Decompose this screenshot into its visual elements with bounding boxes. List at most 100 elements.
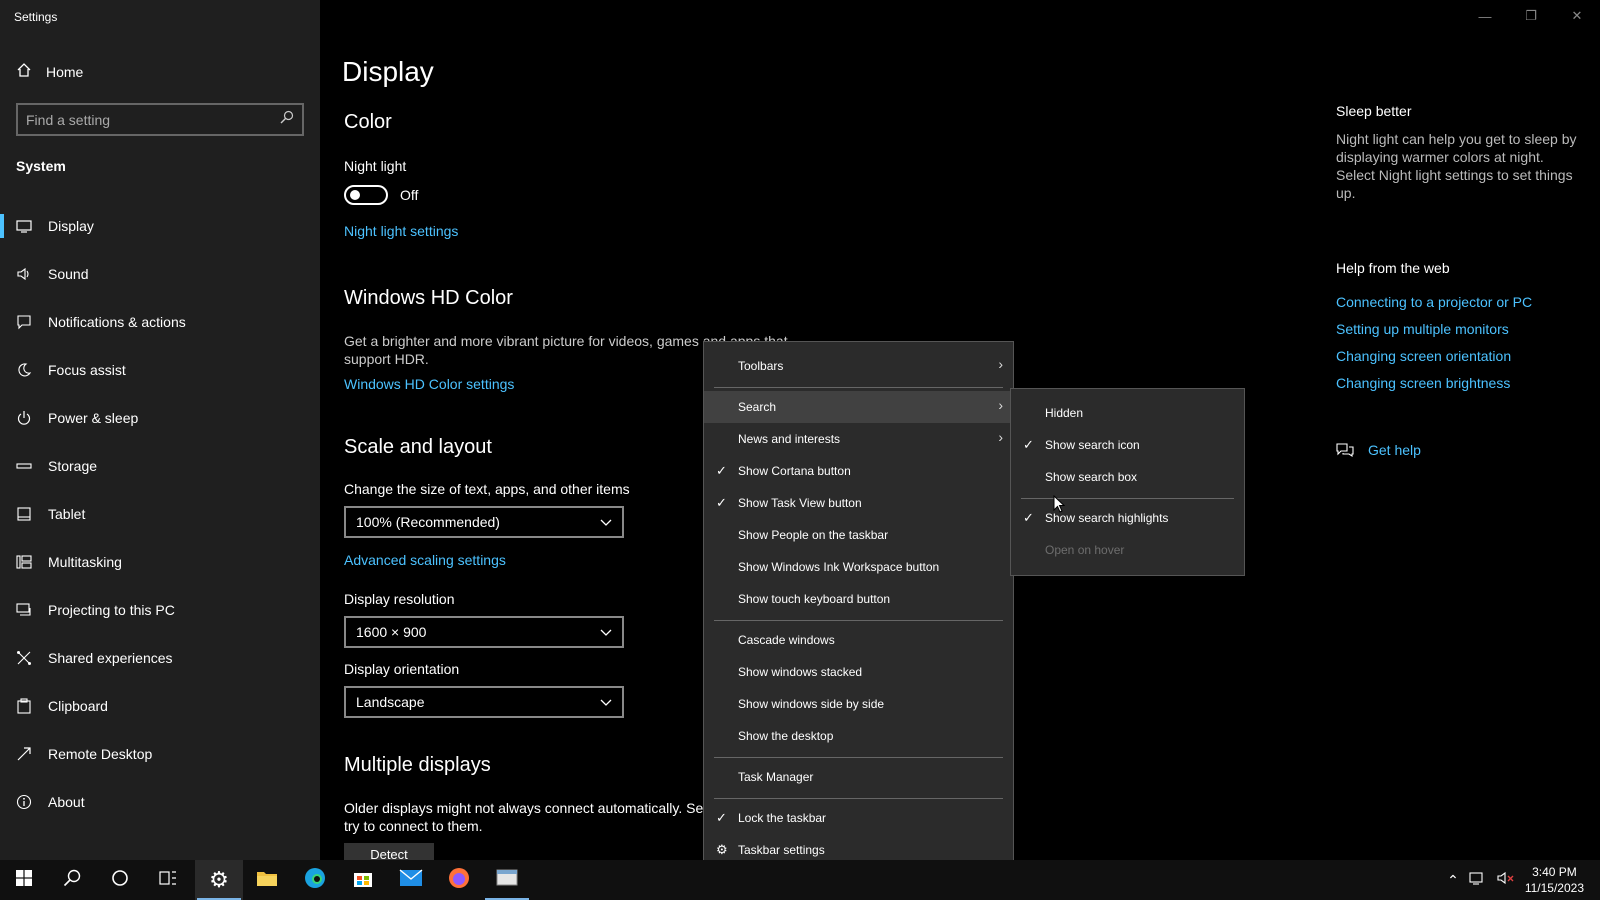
- taskbar-mail[interactable]: [387, 860, 435, 900]
- check-icon: ✓: [716, 495, 727, 510]
- section-label: System: [16, 158, 66, 174]
- sidebar-item-label: Focus assist: [48, 362, 126, 378]
- sidebar-item-display[interactable]: Display: [0, 202, 320, 250]
- night-light-settings-link[interactable]: Night light settings: [344, 223, 458, 239]
- menu-item-touch-keyboard[interactable]: Show touch keyboard button: [704, 583, 1013, 615]
- nav-list: Display Sound Notifications & actions Fo…: [0, 202, 320, 826]
- menu-item-label: Show People on the taskbar: [738, 528, 889, 542]
- chevron-down-icon: [600, 694, 612, 710]
- task-view-button[interactable]: [144, 860, 192, 900]
- moon-icon: [16, 362, 32, 378]
- menu-item-side-by-side[interactable]: Show windows side by side: [704, 688, 1013, 720]
- menu-item-search[interactable]: Search ›: [704, 391, 1013, 423]
- sidebar-item-multitasking[interactable]: Multitasking: [0, 538, 320, 586]
- menu-item-task-view[interactable]: ✓ Show Task View button: [704, 487, 1013, 519]
- taskbar-file-explorer[interactable]: [243, 860, 291, 900]
- help-link-projector[interactable]: Connecting to a projector or PC: [1336, 294, 1532, 310]
- cortana-button[interactable]: [96, 860, 144, 900]
- scale-dropdown[interactable]: 100% (Recommended): [344, 506, 624, 538]
- sidebar-item-sound[interactable]: Sound: [0, 250, 320, 298]
- sidebar-item-remote-desktop[interactable]: Remote Desktop: [0, 730, 320, 778]
- minimize-button[interactable]: —: [1462, 0, 1508, 32]
- sidebar-item-about[interactable]: About: [0, 778, 320, 826]
- volume-muted-icon[interactable]: [1497, 870, 1515, 891]
- taskbar-context-menu: Toolbars › Search › News and interests ›…: [703, 341, 1014, 875]
- page-title: Display: [342, 56, 434, 87]
- menu-item-cortana[interactable]: ✓ Show Cortana button: [704, 455, 1013, 487]
- close-button[interactable]: ✕: [1554, 0, 1600, 32]
- menu-item-people[interactable]: Show People on the taskbar: [704, 519, 1013, 551]
- menu-item-toolbars[interactable]: Toolbars ›: [704, 350, 1013, 382]
- notification-icon: [16, 314, 32, 330]
- submenu-item-hidden[interactable]: Hidden: [1011, 397, 1244, 429]
- sidebar-item-label: About: [48, 794, 85, 810]
- nav-home[interactable]: Home: [16, 62, 83, 81]
- menu-item-stacked[interactable]: Show windows stacked: [704, 656, 1013, 688]
- sidebar-item-label: Power & sleep: [48, 410, 139, 426]
- get-help-link[interactable]: Get help: [1368, 442, 1421, 458]
- restore-button[interactable]: ❐: [1508, 0, 1554, 32]
- chevron-right-icon: ›: [998, 356, 1003, 372]
- clock-time: 3:40 PM: [1532, 865, 1577, 879]
- scale-value: 100% (Recommended): [356, 514, 500, 530]
- sidebar-item-shared[interactable]: Shared experiences: [0, 634, 320, 682]
- resolution-dropdown[interactable]: 1600 × 900: [344, 616, 624, 648]
- menu-item-label: Cascade windows: [738, 633, 835, 647]
- advanced-scaling-link[interactable]: Advanced scaling settings: [344, 552, 506, 568]
- sidebar-item-projecting[interactable]: Projecting to this PC: [0, 586, 320, 634]
- network-icon[interactable]: [1469, 870, 1487, 891]
- taskbar-search-button[interactable]: [48, 860, 96, 900]
- hdr-settings-link[interactable]: Windows HD Color settings: [344, 376, 514, 392]
- sidebar-item-power[interactable]: Power & sleep: [0, 394, 320, 442]
- menu-item-cascade[interactable]: Cascade windows: [704, 624, 1013, 656]
- sidebar-item-label: Notifications & actions: [48, 314, 186, 330]
- multitasking-icon: [16, 554, 32, 570]
- sidebar-item-notifications[interactable]: Notifications & actions: [0, 298, 320, 346]
- sleep-better-description: Night light can help you get to sleep by…: [1336, 131, 1577, 201]
- sidebar-item-focus-assist[interactable]: Focus assist: [0, 346, 320, 394]
- orientation-dropdown[interactable]: Landscape: [344, 686, 624, 718]
- taskbar-app-window[interactable]: [483, 860, 531, 900]
- app-window-icon: [495, 868, 519, 893]
- chevron-up-icon[interactable]: ⌃: [1447, 872, 1459, 889]
- window-controls: — ❐ ✕: [1462, 0, 1600, 32]
- submenu-item-show-search-icon[interactable]: ✓ Show search icon: [1011, 429, 1244, 461]
- check-icon: ✓: [716, 810, 727, 825]
- menu-item-label: Show Cortana button: [738, 464, 851, 478]
- submenu-item-show-search-box[interactable]: Show search box: [1011, 461, 1244, 493]
- search-box[interactable]: [16, 103, 304, 136]
- menu-item-label: Show search box: [1045, 470, 1138, 484]
- submenu-item-search-highlights[interactable]: ✓ Show search highlights: [1011, 502, 1244, 534]
- chevron-down-icon: [600, 514, 612, 530]
- taskbar-firefox[interactable]: [435, 860, 483, 900]
- menu-item-lock-taskbar[interactable]: ✓ Lock the taskbar: [704, 802, 1013, 834]
- check-icon: ✓: [1023, 510, 1034, 525]
- night-light-toggle[interactable]: [344, 185, 388, 205]
- help-link-orientation[interactable]: Changing screen orientation: [1336, 348, 1511, 364]
- sidebar-item-storage[interactable]: Storage: [0, 442, 320, 490]
- search-icon[interactable]: [280, 110, 294, 129]
- help-link-monitors[interactable]: Setting up multiple monitors: [1336, 321, 1509, 337]
- menu-item-label: Open on hover: [1045, 543, 1125, 557]
- search-input[interactable]: [26, 111, 280, 128]
- color-heading: Color: [344, 111, 392, 133]
- night-light-label: Night light: [344, 158, 407, 174]
- resolution-label: Display resolution: [344, 591, 455, 607]
- menu-item-show-desktop[interactable]: Show the desktop: [704, 720, 1013, 752]
- menu-separator: [714, 757, 1003, 758]
- menu-item-ink-workspace[interactable]: Show Windows Ink Workspace button: [704, 551, 1013, 583]
- sidebar-item-label: Sound: [48, 266, 89, 282]
- sidebar-item-clipboard[interactable]: Clipboard: [0, 682, 320, 730]
- menu-item-news[interactable]: News and interests ›: [704, 423, 1013, 455]
- help-link-brightness[interactable]: Changing screen brightness: [1336, 375, 1510, 391]
- start-button[interactable]: [0, 860, 48, 900]
- clock[interactable]: 3:40 PM 11/15/2023: [1525, 864, 1584, 896]
- menu-item-task-manager[interactable]: Task Manager: [704, 761, 1013, 793]
- sidebar-item-tablet[interactable]: Tablet: [0, 490, 320, 538]
- scale-heading: Scale and layout: [344, 436, 492, 458]
- taskbar-settings-app[interactable]: ⚙: [195, 860, 243, 900]
- menu-item-label: Hidden: [1045, 406, 1084, 420]
- sidebar-item-label: Multitasking: [48, 554, 122, 570]
- taskbar-store[interactable]: [339, 860, 387, 900]
- taskbar-edge[interactable]: [291, 860, 339, 900]
